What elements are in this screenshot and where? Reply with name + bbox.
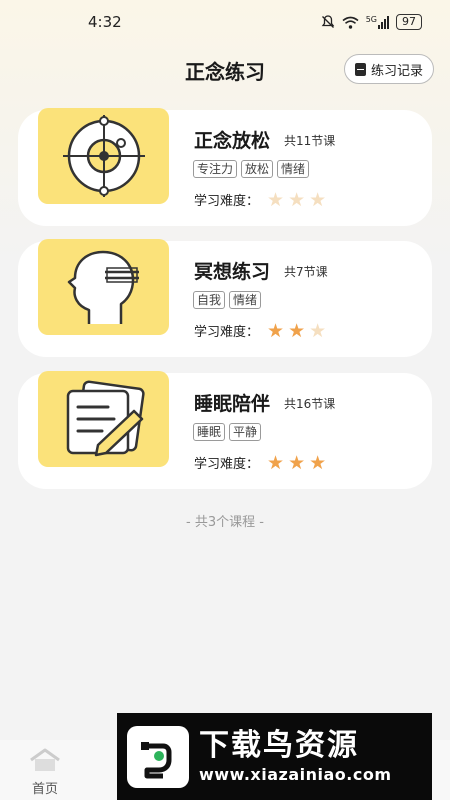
course-thumbnail [38, 108, 169, 204]
watermark-logo [127, 725, 189, 788]
tag: 专注力 [193, 160, 238, 178]
bird-logo-icon [141, 741, 172, 778]
orbit-target-icon [62, 115, 145, 197]
star-icon: ★ [309, 188, 327, 211]
page-header: 正念练习 练习记录 [0, 48, 450, 92]
course-tags: 自我 情绪 [193, 291, 262, 309]
course-count-note: - 共3个课程 - [186, 515, 264, 530]
tag: 平静 [229, 423, 262, 441]
tag: 放松 [241, 160, 274, 178]
network-type-label: 5G [365, 14, 377, 24]
tag: 情绪 [277, 160, 310, 178]
star-icon: ★ [309, 451, 327, 474]
tag: 睡眠 [193, 423, 226, 441]
lesson-count: 共7节课 [284, 265, 328, 279]
difficulty-label: 学习难度： [194, 457, 260, 472]
course-title: 冥想练习 [194, 261, 271, 283]
notebook-icon [354, 62, 366, 76]
difficulty-row: 学习难度： ★ ★ ★ [194, 190, 326, 209]
wifi-icon [342, 16, 359, 29]
home-icon [30, 748, 60, 771]
tag: 自我 [193, 291, 226, 309]
mute-icon [321, 15, 335, 28]
course-thumbnail [38, 371, 169, 467]
nav-home-label: 首页 [31, 782, 58, 797]
difficulty-row: 学习难度： ★ ★ ★ [194, 453, 326, 472]
battery-level: 97 [402, 15, 416, 28]
difficulty-label: 学习难度： [194, 194, 260, 209]
head-meditation-icon [67, 250, 139, 324]
course-title: 睡眠陪伴 [194, 393, 271, 415]
course-card-mindful-relax[interactable]: 正念放松 共11节课 专注力 放松 情绪 学习难度： ★ ★ ★ [18, 108, 432, 226]
star-icon: ★ [267, 451, 285, 474]
practice-record-label: 练习记录 [370, 63, 423, 79]
star-icon: ★ [288, 188, 306, 211]
status-time: 4:32 [88, 13, 122, 31]
star-icon: ★ [309, 319, 327, 342]
watermark-text: 下载鸟资源 www.xiazainiao.com [199, 728, 391, 786]
battery-icon: 97 [396, 14, 422, 30]
nav-tab-home[interactable]: 首页 [22, 748, 68, 797]
status-icons: 5G 97 [321, 14, 422, 30]
difficulty-row: 学习难度： ★ ★ ★ [194, 321, 326, 340]
tag: 情绪 [229, 291, 262, 309]
star-icon: ★ [288, 451, 306, 474]
course-card-meditation[interactable]: 冥想练习 共7节课 自我 情绪 学习难度： ★ ★ ★ [18, 239, 432, 357]
watermark-banner: 下载鸟资源 www.xiazainiao.com [117, 713, 432, 800]
difficulty-stars: ★ ★ ★ [267, 451, 327, 474]
notepad-pencil-icon [66, 380, 145, 457]
course-card-sleep[interactable]: 睡眠陪伴 共16节课 睡眠 平静 学习难度： ★ ★ ★ [18, 371, 432, 489]
course-thumbnail [38, 239, 169, 335]
star-icon: ★ [267, 319, 285, 342]
signal-icon: 5G [365, 14, 389, 29]
practice-record-button[interactable]: 练习记录 [343, 54, 434, 84]
difficulty-stars: ★ ★ ★ [267, 188, 327, 211]
course-title: 正念放松 [194, 130, 271, 152]
course-tags: 专注力 放松 情绪 [193, 160, 310, 178]
course-tags: 睡眠 平静 [193, 423, 262, 441]
lesson-count: 共11节课 [284, 134, 336, 148]
star-icon: ★ [267, 188, 285, 211]
star-icon: ★ [288, 319, 306, 342]
difficulty-label: 学习难度： [194, 325, 260, 340]
watermark-url: www.xiazainiao.com [199, 764, 392, 784]
status-bar: 4:32 5G 97 [0, 0, 450, 44]
watermark-title: 下载鸟资源 [199, 727, 359, 763]
lesson-count: 共16节课 [284, 397, 336, 411]
difficulty-stars: ★ ★ ★ [267, 319, 327, 342]
